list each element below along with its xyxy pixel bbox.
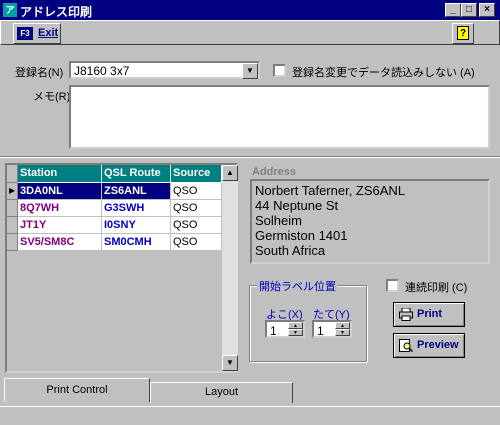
cell-qsl-route[interactable]: ZS6ANL	[102, 183, 171, 200]
cell-qsl-route[interactable]: G3SWH	[102, 200, 171, 217]
scroll-up-icon[interactable]: ▲	[222, 165, 238, 181]
cell-source[interactable]: QSO	[171, 183, 222, 200]
cell-source[interactable]: QSO	[171, 200, 222, 217]
cell-station[interactable]: 8Q7WH	[18, 200, 102, 217]
address-line: 44 Neptune St	[255, 198, 339, 213]
maximize-button[interactable]: □	[461, 3, 477, 17]
print-button[interactable]: Print	[393, 302, 465, 327]
row-indicator[interactable]	[7, 234, 18, 251]
name-combo[interactable]: J8160 3x7 ▼	[69, 61, 260, 79]
preview-button[interactable]: Preview	[393, 333, 465, 358]
cell-qsl-route[interactable]: SM0CMH	[102, 234, 171, 251]
preview-magnifier-icon	[399, 339, 413, 352]
qsl-grid: Station QSL Route Source ▶ 3DA0NL ZS6ANL…	[5, 163, 238, 373]
cell-station[interactable]: SV5/SM8C	[18, 234, 102, 251]
printer-icon	[399, 308, 413, 321]
spin-down-icon[interactable]: ▼	[288, 329, 303, 336]
grid-vertical-scrollbar[interactable]: ▲ ▼	[222, 165, 238, 371]
spin-up-icon[interactable]: ▲	[288, 322, 303, 329]
section-divider	[0, 156, 500, 158]
address-line: Solheim	[255, 213, 302, 228]
minimize-button[interactable]: _	[445, 3, 461, 17]
address-line: South Africa	[255, 243, 326, 258]
exit-label: Exit	[38, 27, 59, 39]
close-button[interactable]: ×	[479, 3, 495, 17]
cell-station[interactable]: JT1Y	[18, 217, 102, 234]
no-reload-label: 登録名変更でデータ読込みしない (A)	[292, 67, 475, 79]
f3-key-icon: F3	[17, 27, 33, 40]
exit-button[interactable]: F3 Exit	[13, 23, 61, 44]
spin-down-icon[interactable]: ▼	[335, 329, 350, 336]
address-line: Germiston 1401	[255, 228, 348, 243]
status-bar	[0, 406, 500, 425]
row-indicator[interactable]	[7, 217, 18, 234]
help-button[interactable]: ?	[452, 23, 474, 44]
continuous-print-label: 連続印刷 (C)	[405, 282, 468, 294]
column-header-source[interactable]: Source	[171, 165, 222, 183]
no-reload-checkbox[interactable]	[273, 64, 286, 77]
cell-qsl-route[interactable]: I0SNY	[102, 217, 171, 234]
address-display: Norbert Taferner, ZS6ANL 44 Neptune St S…	[250, 179, 490, 264]
grid-corner	[7, 165, 18, 183]
tab-layout[interactable]: Layout	[150, 382, 293, 403]
cell-station[interactable]: 3DA0NL	[18, 183, 102, 200]
name-value: J8160 3x7	[74, 64, 130, 78]
address-label: Address	[252, 166, 297, 178]
memo-label: メモ(R)	[33, 91, 71, 103]
address-line: Norbert Taferner, ZS6ANL	[255, 183, 406, 198]
label-position-title: 開始ラベル位置	[257, 278, 338, 294]
row-indicator[interactable]	[7, 200, 18, 217]
app-icon: ア	[3, 3, 17, 17]
row-indicator[interactable]: ▶	[7, 183, 18, 200]
horizontal-value: 1	[270, 324, 277, 338]
memo-textarea[interactable]	[69, 85, 490, 149]
vertical-value: 1	[317, 324, 324, 338]
column-header-station[interactable]: Station	[18, 165, 102, 183]
toolbar: F3 Exit ?	[0, 20, 500, 45]
cell-source[interactable]: QSO	[171, 234, 222, 251]
current-row-arrow-icon: ▶	[9, 186, 16, 195]
cell-source[interactable]: QSO	[171, 217, 222, 234]
vertical-spinner[interactable]: 1 ▲ ▼	[312, 320, 352, 338]
spin-up-icon[interactable]: ▲	[335, 322, 350, 329]
continuous-print-checkbox[interactable]	[386, 279, 399, 292]
chevron-down-icon[interactable]: ▼	[242, 63, 258, 79]
tab-print-control[interactable]: Print Control	[4, 378, 150, 402]
help-icon: ?	[457, 26, 469, 40]
name-label: 登録名(N)	[15, 67, 64, 79]
title-bar: ア アドレス印刷 _ □ ×	[0, 0, 500, 20]
horizontal-spinner[interactable]: 1 ▲ ▼	[265, 320, 305, 338]
window-title: アドレス印刷	[20, 5, 93, 19]
print-label: Print	[417, 308, 443, 320]
scroll-down-icon[interactable]: ▼	[222, 355, 238, 371]
preview-label: Preview	[417, 339, 459, 351]
column-header-qsl-route[interactable]: QSL Route	[102, 165, 171, 183]
